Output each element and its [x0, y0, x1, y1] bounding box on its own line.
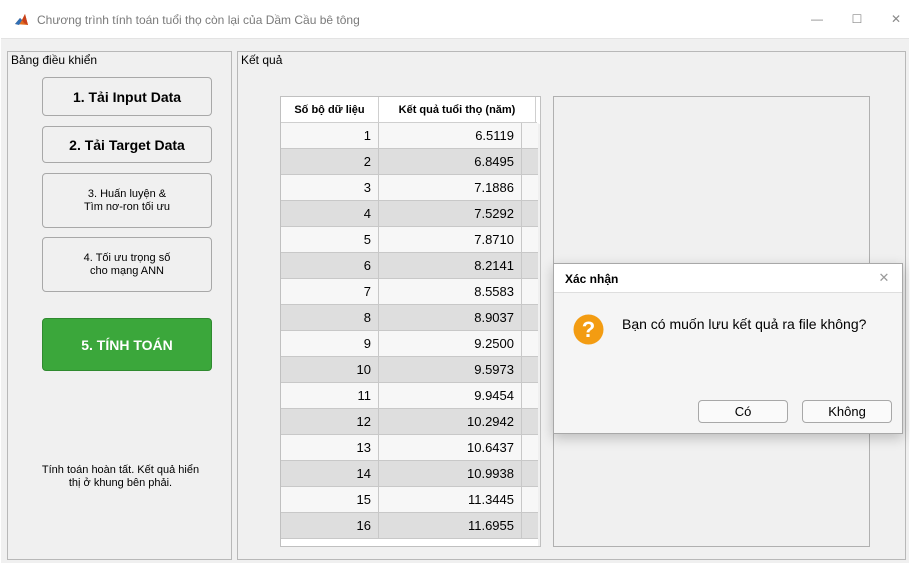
- table-cell-index[interactable]: 14: [281, 461, 379, 486]
- table-cell-lifetime[interactable]: 7.5292: [379, 201, 522, 226]
- table-row[interactable]: 4 7.5292: [281, 201, 539, 227]
- maximize-icon: ☐: [851, 12, 863, 26]
- table-row[interactable]: 8 8.9037: [281, 305, 539, 331]
- svg-text:?: ?: [582, 317, 595, 342]
- train-button[interactable]: 3. Huấn luyện & Tìm nơ-ron tối ưu: [42, 173, 212, 228]
- table-cell-index[interactable]: 5: [281, 227, 379, 252]
- table-cell-lifetime[interactable]: 6.8495: [379, 149, 522, 174]
- dialog-close-icon[interactable]: ✕: [876, 270, 892, 286]
- table-cell-lifetime[interactable]: 9.2500: [379, 331, 522, 356]
- status-message-line2: thị ở khung bên phải.: [68, 477, 173, 489]
- dialog-message: Bạn có muốn lưu kết quả ra file không?: [622, 316, 867, 332]
- train-button-label-line1: 3. Huấn luyện &: [87, 187, 167, 200]
- table-row[interactable]: 16 11.6955: [281, 513, 539, 539]
- results-panel-title: Kết quả: [239, 53, 285, 67]
- yes-button[interactable]: Có: [698, 400, 788, 423]
- window-title: Chương trình tính toán tuổi thọ còn lại …: [37, 13, 360, 27]
- table-cell-lifetime[interactable]: 10.9938: [379, 461, 522, 486]
- table-row[interactable]: 2 6.8495: [281, 149, 539, 175]
- column-header-index[interactable]: Số bộ dữ liệu: [281, 97, 379, 122]
- optimize-weights-button[interactable]: 4. Tối ưu trọng số cho mạng ANN: [42, 237, 212, 292]
- table-row[interactable]: 1 6.5119: [281, 123, 539, 149]
- table-cell-index[interactable]: 6: [281, 253, 379, 278]
- table-header: Số bộ dữ liệu Kết quả tuổi thọ (năm): [281, 97, 537, 123]
- table-cell-index[interactable]: 4: [281, 201, 379, 226]
- table-row[interactable]: 5 7.8710: [281, 227, 539, 253]
- table-row[interactable]: 12 10.2942: [281, 409, 539, 435]
- table-row[interactable]: 11 9.9454: [281, 383, 539, 409]
- table-cell-index[interactable]: 16: [281, 513, 379, 538]
- scroll-thumb[interactable]: [540, 139, 541, 271]
- results-table[interactable]: Số bộ dữ liệu Kết quả tuổi thọ (năm) 1 6.…: [280, 96, 541, 547]
- table-row[interactable]: 10 9.5973: [281, 357, 539, 383]
- table-row[interactable]: 9 9.2500: [281, 331, 539, 357]
- scroll-up-icon[interactable]: ▲: [538, 124, 540, 138]
- optimize-button-label-line2: cho mạng ANN: [90, 264, 164, 277]
- table-cell-index[interactable]: 15: [281, 487, 379, 512]
- table-cell-index[interactable]: 8: [281, 305, 379, 330]
- table-row[interactable]: 14 10.9938: [281, 461, 539, 487]
- control-panel: Bảng điều khiển 1. Tải Input Data 2. Tải…: [7, 51, 232, 560]
- window-titlebar: Chương trình tính toán tuổi thọ còn lại …: [0, 0, 910, 38]
- table-cell-index[interactable]: 12: [281, 409, 379, 434]
- status-message-line1: Tính toán hoàn tất. Kết quả hiển: [41, 464, 200, 476]
- close-button[interactable]: ✕: [873, 0, 910, 38]
- table-row[interactable]: 13 10.6437: [281, 435, 539, 461]
- table-cell-lifetime[interactable]: 7.1886: [379, 175, 522, 200]
- dialog-title: Xác nhận: [565, 272, 619, 286]
- table-cell-index[interactable]: 2: [281, 149, 379, 174]
- table-cell-lifetime[interactable]: 10.2942: [379, 409, 522, 434]
- optimize-button-label-line1: 4. Tối ưu trọng số: [83, 251, 171, 264]
- no-button[interactable]: Không: [802, 400, 892, 423]
- table-cell-lifetime[interactable]: 10.6437: [379, 435, 522, 460]
- table-cell-index[interactable]: 1: [281, 123, 379, 148]
- table-cell-lifetime[interactable]: 8.5583: [379, 279, 522, 304]
- table-cell-lifetime[interactable]: 7.8710: [379, 227, 522, 252]
- table-cell-index[interactable]: 9: [281, 331, 379, 356]
- table-cell-lifetime[interactable]: 11.3445: [379, 487, 522, 512]
- column-header-lifetime[interactable]: Kết quả tuổi thọ (năm): [379, 97, 536, 122]
- dialog-titlebar: Xác nhận ✕: [554, 264, 902, 293]
- scroll-down-icon[interactable]: ▼: [538, 533, 540, 546]
- load-input-button[interactable]: 1. Tải Input Data: [42, 77, 212, 116]
- table-cell-index[interactable]: 3: [281, 175, 379, 200]
- table-cell-lifetime[interactable]: 9.9454: [379, 383, 522, 408]
- close-icon: ✕: [890, 12, 902, 26]
- confirm-dialog: Xác nhận ✕ ? Bạn có muốn lưu kết quả ra …: [553, 263, 903, 434]
- table-scrollbar[interactable]: ▲ ▼: [538, 124, 541, 546]
- load-target-button[interactable]: 2. Tải Target Data: [42, 126, 212, 163]
- table-cell-index[interactable]: 13: [281, 435, 379, 460]
- table-body: 1 6.5119 2 6.8495 3 7.1886 4 7.5292 5 7.8710 6 8.21…: [281, 123, 539, 539]
- table-row[interactable]: 3 7.1886: [281, 175, 539, 201]
- table-cell-lifetime[interactable]: 8.2141: [379, 253, 522, 278]
- table-row[interactable]: 7 8.5583: [281, 279, 539, 305]
- table-cell-lifetime[interactable]: 9.5973: [379, 357, 522, 382]
- table-cell-lifetime[interactable]: 8.9037: [379, 305, 522, 330]
- table-cell-index[interactable]: 11: [281, 383, 379, 408]
- matlab-icon: [14, 13, 29, 27]
- table-cell-index[interactable]: 7: [281, 279, 379, 304]
- table-row[interactable]: 15 11.3445: [281, 487, 539, 513]
- status-message: Tính toán hoàn tất. Kết quả hiển thị ở k…: [8, 464, 233, 490]
- table-cell-lifetime[interactable]: 6.5119: [379, 123, 522, 148]
- minimize-icon: —: [811, 12, 823, 26]
- question-icon: ?: [573, 314, 604, 345]
- table-cell-index[interactable]: 10: [281, 357, 379, 382]
- train-button-label-line2: Tìm nơ-ron tối ưu: [83, 200, 171, 213]
- control-panel-title: Bảng điều khiển: [9, 53, 100, 67]
- table-cell-lifetime[interactable]: 11.6955: [379, 513, 522, 538]
- compute-button[interactable]: 5. TÍNH TOÁN: [42, 318, 212, 371]
- table-row[interactable]: 6 8.2141: [281, 253, 539, 279]
